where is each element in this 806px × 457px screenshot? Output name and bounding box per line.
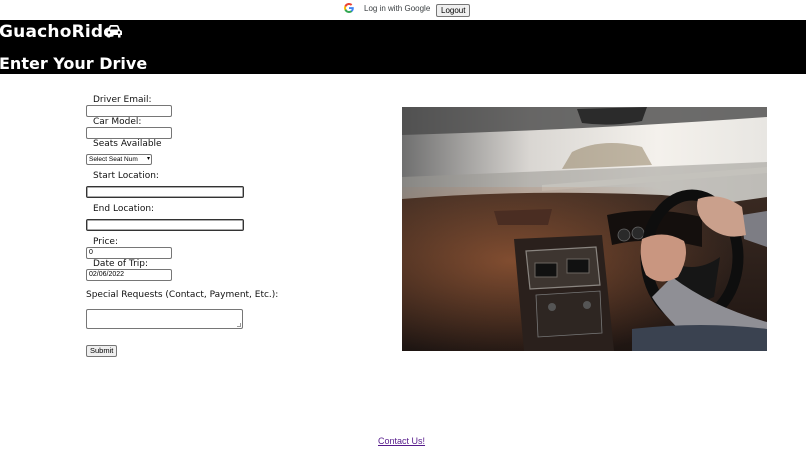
submit-button[interactable]: Submit [86, 345, 118, 357]
start-location-label: Start Location: [93, 171, 159, 181]
end-location-field[interactable] [86, 219, 244, 231]
car-model-label: Car Model: [93, 117, 142, 127]
auth-bar: Log in with Google Logout [0, 0, 806, 20]
seats-label: Seats Available [93, 139, 162, 149]
page-title: Enter Your Drive [0, 54, 148, 73]
price-label: Price: [93, 237, 118, 247]
date-label: Date of Trip: [93, 259, 149, 269]
seats-select-value: Select Seat Num [89, 156, 138, 163]
car-model-field[interactable] [86, 127, 172, 139]
special-requests-label: Special Requests (Contact, Payment, Etc.… [86, 290, 279, 300]
start-location-field[interactable] [86, 186, 244, 198]
driver-email-label: Driver Email: [93, 95, 152, 105]
end-location-label: End Location: [93, 204, 155, 214]
brand-title: GuachoRide [0, 22, 116, 42]
chevron-down-icon: ▾ [146, 156, 150, 162]
driver-email-field[interactable] [86, 105, 172, 117]
google-icon[interactable] [343, 2, 355, 14]
special-requests-textarea[interactable] [86, 309, 243, 329]
date-field[interactable]: 02/06/2022 [86, 269, 172, 281]
google-login-link[interactable]: Log in with Google [364, 4, 430, 13]
driver-steering-wheel-photo [402, 107, 767, 351]
price-field[interactable]: 0 [86, 247, 172, 259]
seats-select[interactable]: Select Seat Num ▾ [86, 154, 152, 165]
car-icon [106, 25, 122, 38]
contact-us-link[interactable]: Contact Us! [378, 436, 425, 446]
resize-handle-icon[interactable] [237, 323, 241, 327]
site-header: GuachoRide Enter Your Drive [0, 20, 806, 74]
logout-button[interactable]: Logout [436, 4, 471, 17]
